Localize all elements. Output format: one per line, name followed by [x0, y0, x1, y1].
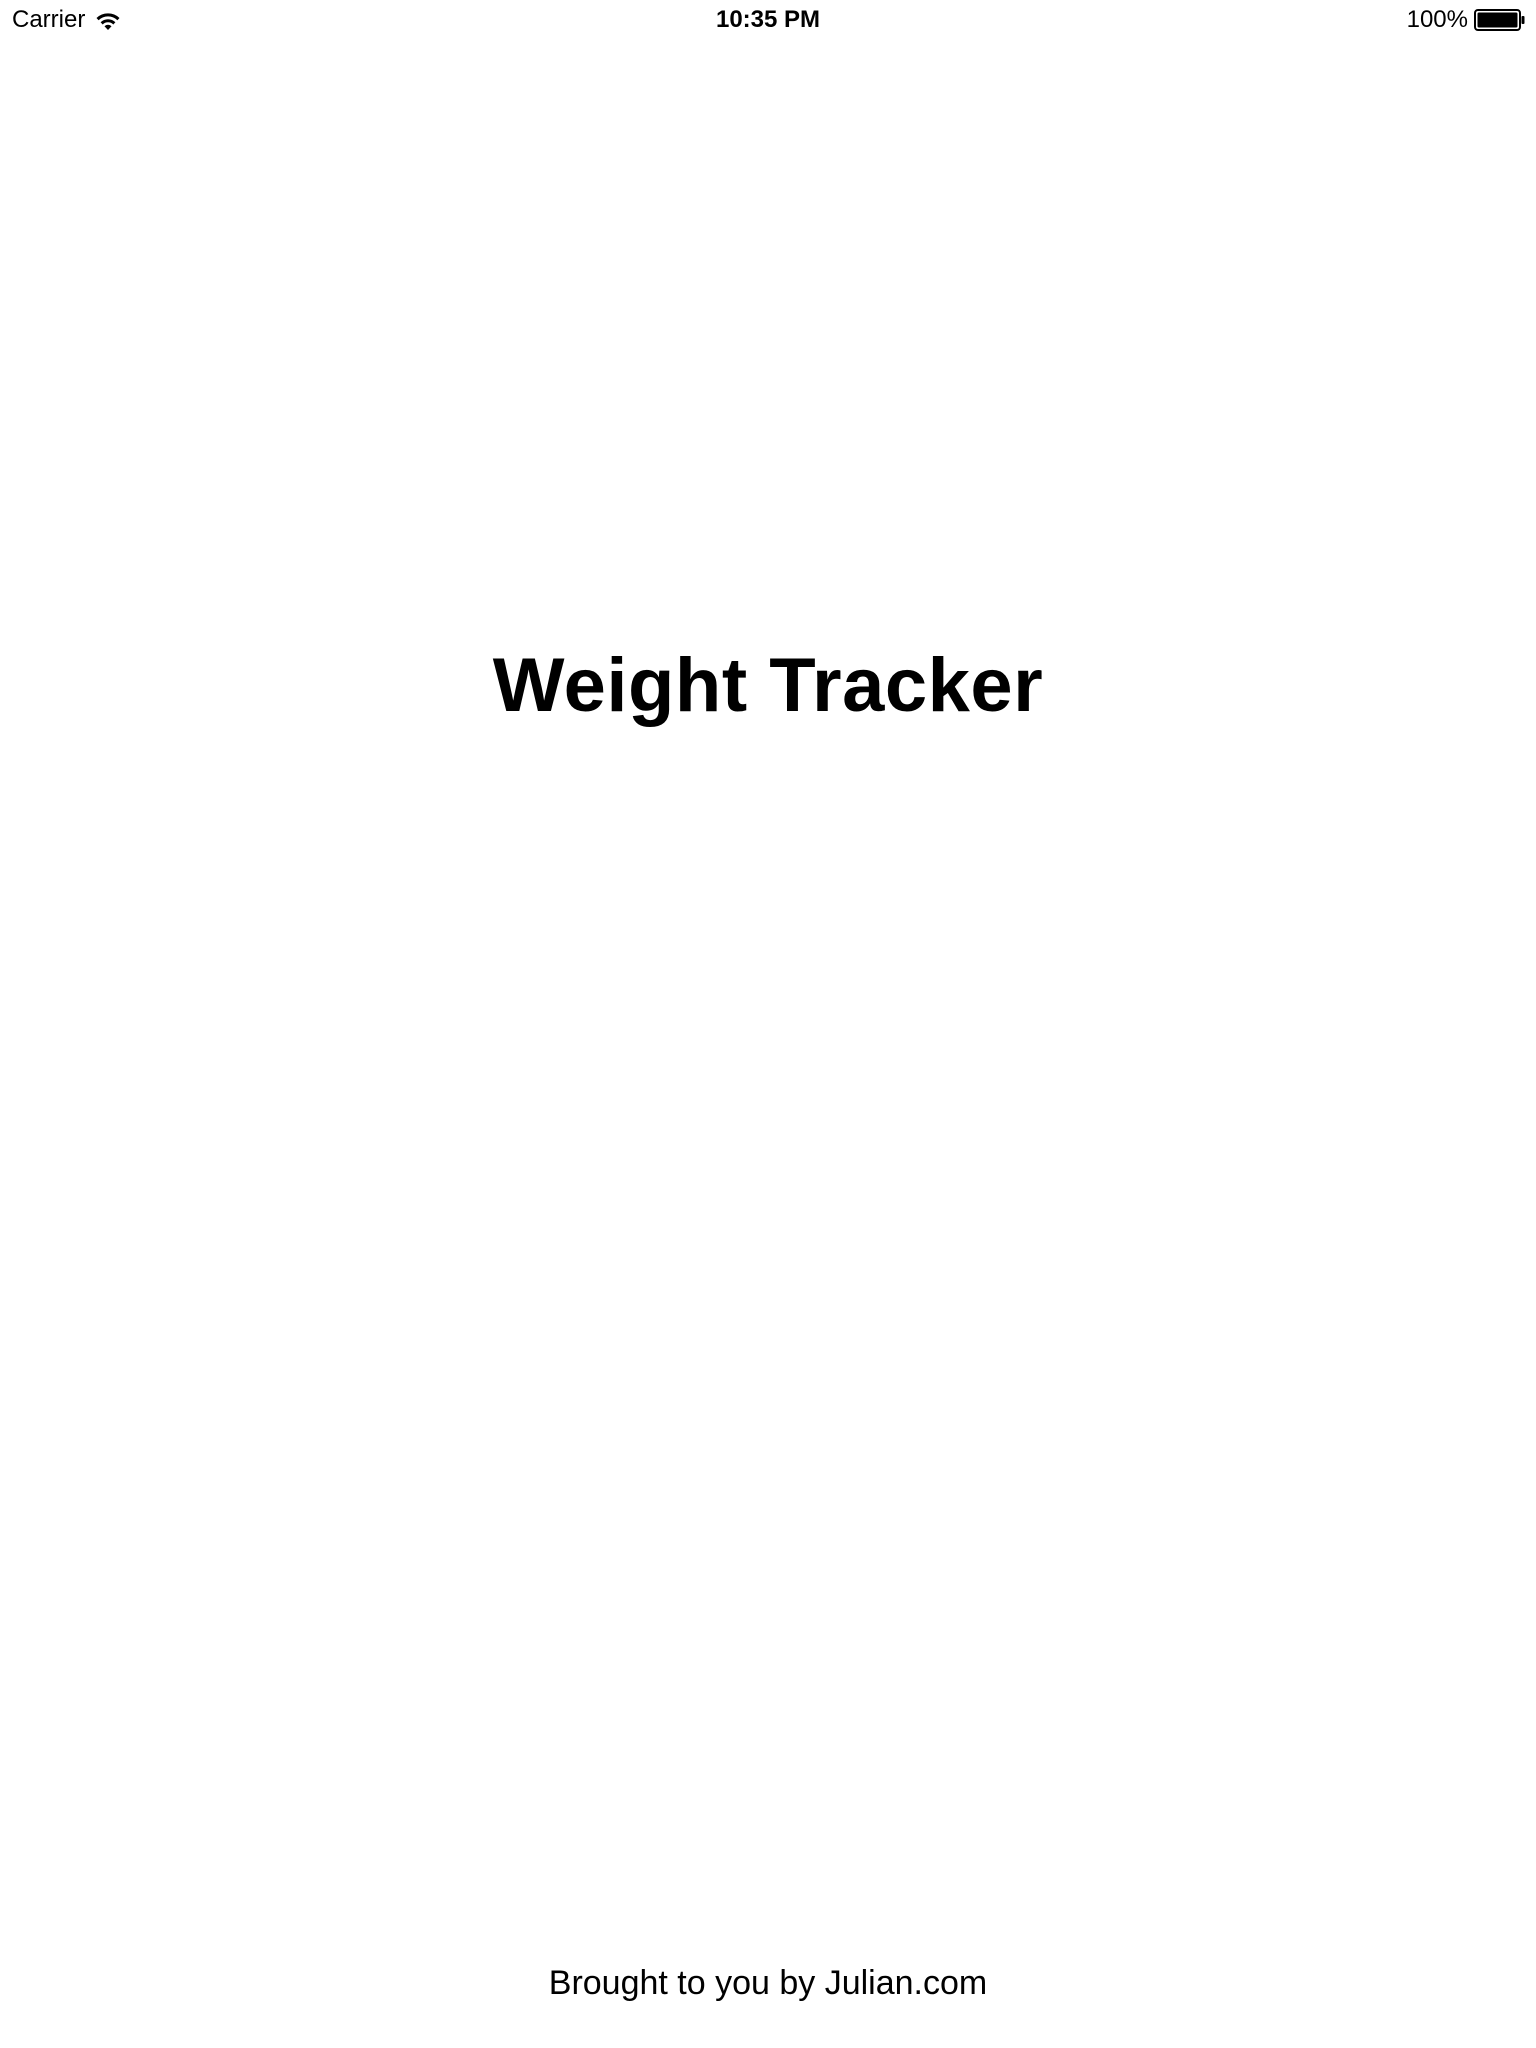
status-right: 100%	[1407, 6, 1526, 34]
status-bar: Carrier 10:35 PM 100%	[0, 0, 1536, 40]
app-title: Weight Tracker	[492, 643, 1044, 728]
battery-icon	[1474, 9, 1526, 31]
battery-percent: 100%	[1406, 6, 1468, 33]
status-time: 10:35 PM	[715, 6, 821, 33]
footer-credit: Brought to you by Julian.com	[548, 1964, 988, 2002]
